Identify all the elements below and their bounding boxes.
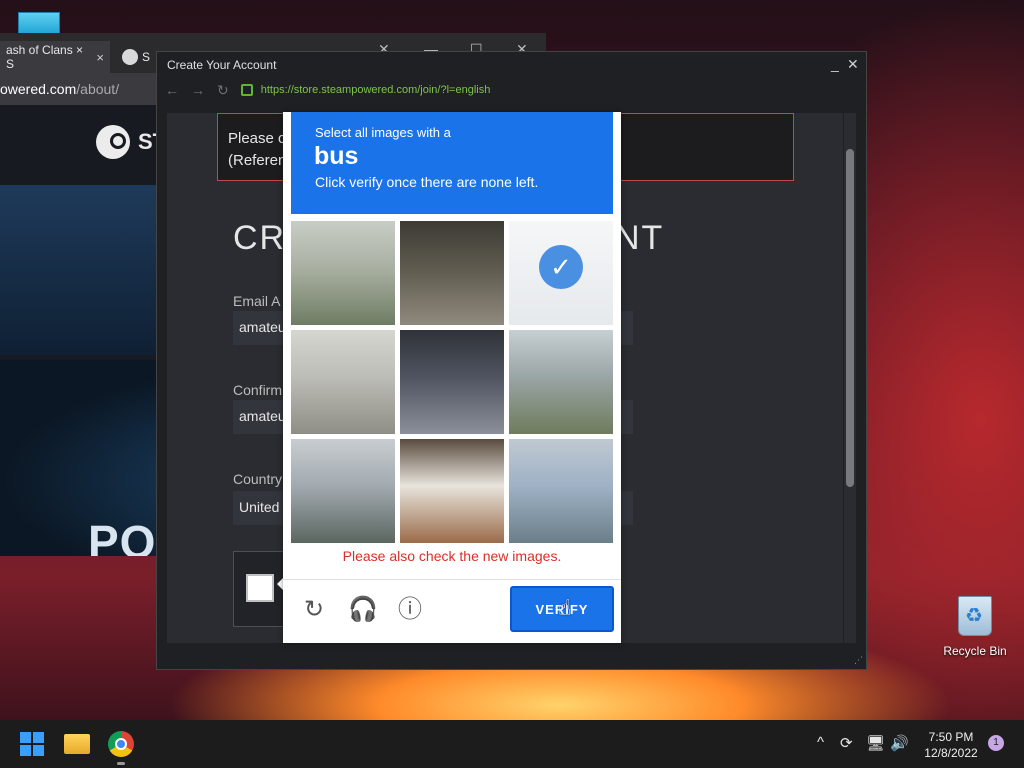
captcha-error-text: Please also check the new images. (342, 548, 562, 564)
captcha-tile[interactable] (291, 330, 395, 434)
notice-line-1: Please c (228, 130, 286, 147)
scrollbar-thumb[interactable] (846, 149, 854, 487)
captcha-tile[interactable] (509, 439, 613, 543)
url-host: owered.com (0, 81, 77, 97)
captcha-tile[interactable] (291, 221, 395, 325)
taskbar: ^ ⟳ 🖥 🔊 7:50 PM 12/8/2022 1 (0, 720, 1024, 768)
dialog-title: Create Your Account (167, 58, 277, 72)
file-explorer-icon[interactable] (64, 734, 90, 754)
audio-challenge-icon[interactable]: 🎧 (348, 596, 378, 624)
tab-close-icon[interactable]: × (96, 50, 104, 65)
dialog-title-bar: Create Your Account _ ✕ (157, 52, 866, 78)
tab-label: S (141, 50, 150, 64)
captcha-tile[interactable] (400, 221, 504, 325)
captcha-image-grid: ✓ (291, 221, 613, 543)
reload-icon[interactable]: ↻ (217, 82, 229, 99)
captcha-tile[interactable] (291, 439, 395, 543)
clock-time: 7:50 PM (928, 730, 974, 744)
network-icon[interactable]: 🖥 (866, 734, 885, 752)
resize-grip-icon[interactable]: ⋰ (854, 655, 863, 666)
confirm-email-label: Confirm (233, 382, 283, 398)
taskbar-clock[interactable]: 7:50 PM 12/8/2022 (916, 729, 986, 761)
steam-favicon-icon (122, 49, 138, 65)
tab-label: ash of Clans × S (6, 43, 84, 71)
lock-icon (240, 84, 253, 96)
notice-line-2: (Referen (228, 152, 287, 169)
captcha-tile[interactable] (509, 330, 613, 434)
captcha-target-word: bus (314, 142, 359, 170)
tray-overflow-chevron-icon[interactable]: ^ (817, 734, 824, 751)
recycle-bin[interactable]: Recycle Bin (942, 596, 1008, 658)
dialog-url[interactable]: https://store.steampowered.com/join/?l=e… (261, 84, 491, 96)
volume-icon[interactable]: 🔊 (890, 734, 909, 752)
clock-date: 12/8/2022 (924, 746, 978, 760)
page-title: CR (233, 219, 287, 257)
tile-selected-check-icon: ✓ (539, 245, 583, 289)
captcha-tile[interactable] (400, 439, 504, 543)
hand-cursor-icon: ☝ (558, 595, 572, 620)
recycle-bin-icon (958, 596, 992, 636)
captcha-checkbox[interactable] (246, 574, 274, 602)
divider (283, 579, 621, 580)
captcha-prompt: Select all images with a bus Click verif… (291, 112, 613, 214)
country-label: Country (233, 471, 283, 487)
chrome-icon[interactable] (108, 731, 134, 757)
steam-logo-icon (96, 125, 130, 159)
dialog-nav-bar: ← → ↻ https://store.steampowered.com/joi… (157, 78, 866, 102)
sync-status-icon[interactable]: ⟳ (840, 734, 853, 752)
notice-text: Please c (Referen (228, 128, 286, 172)
captcha-tile[interactable] (400, 330, 504, 434)
close-button[interactable]: ✕ (847, 56, 859, 73)
desktop-folder-icon[interactable] (18, 12, 60, 34)
captcha-prompt-line1: Select all images with a (315, 125, 451, 140)
active-app-indicator (117, 762, 125, 765)
url-path: /about/ (76, 81, 120, 97)
back-arrow-icon[interactable]: ← (165, 82, 179, 98)
captcha-challenge: Select all images with a bus Click verif… (283, 112, 621, 643)
page-title-tail: NT (615, 219, 665, 257)
info-icon[interactable]: ⓘ (396, 596, 424, 624)
email-label: Email A (233, 293, 281, 309)
notification-badge[interactable]: 1 (988, 735, 1004, 751)
reload-icon[interactable]: ↻ (300, 596, 328, 624)
browser-tab-steam[interactable]: S (116, 41, 156, 73)
forward-arrow-icon[interactable]: → (191, 82, 205, 98)
minimize-button[interactable]: _ (831, 56, 839, 72)
recycle-bin-label: Recycle Bin (943, 644, 1007, 658)
captcha-prompt-line3: Click verify once there are none left. (315, 174, 539, 190)
hero-text: PO (88, 516, 157, 556)
browser-tab-clash[interactable]: ash of Clans × S × (0, 41, 110, 73)
dialog-scrollbar[interactable] (844, 113, 856, 643)
start-button-icon[interactable] (20, 732, 44, 756)
